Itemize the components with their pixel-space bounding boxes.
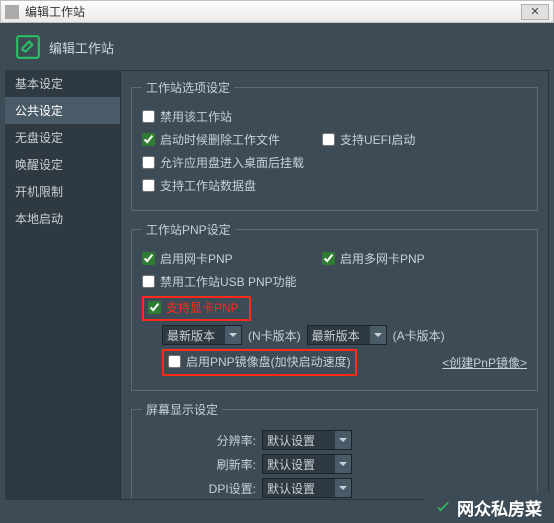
refresh-select[interactable]: 默认设置: [262, 454, 352, 474]
sidebar-item-wake[interactable]: 唤醒设定: [5, 151, 120, 178]
disable-usb-pnp-checkbox[interactable]: 禁用工作站USB PNP功能: [142, 273, 297, 290]
content-pane: 工作站选项设定 禁用该工作站 启动时候删除工作文件 支持UEFI启动 允许应用盘…: [120, 70, 549, 500]
sidebar-item-public[interactable]: 公共设定: [5, 97, 120, 124]
display-legend: 屏幕显示设定: [142, 401, 222, 418]
a-card-suffix: (A卡版本): [393, 327, 445, 344]
sidebar-item-diskless[interactable]: 无盘设定: [5, 124, 120, 151]
panel-title: 编辑工作站: [49, 38, 114, 57]
chevron-down-icon: [370, 326, 386, 344]
resolution-label: 分辨率:: [142, 432, 262, 449]
options-legend: 工作站选项设定: [142, 79, 234, 96]
pnp-mirror-checkbox[interactable]: 启用PNP镜像盘(加快启动速度): [168, 353, 351, 370]
dpi-label: DPI设置:: [142, 480, 262, 497]
dpi-select[interactable]: 默认设置: [262, 478, 352, 498]
n-card-version-select[interactable]: 最新版本: [162, 325, 242, 345]
panel-header: 编辑工作站: [5, 28, 549, 70]
pnp-legend: 工作站PNP设定: [142, 221, 235, 238]
gpu-pnp-highlight: 支持显卡PNP: [142, 296, 251, 321]
create-pnp-mirror-link[interactable]: <创建PnP镜像>: [442, 354, 527, 371]
data-disk-checkbox[interactable]: 支持工作站数据盘: [142, 177, 292, 194]
disable-ws-checkbox[interactable]: 禁用该工作站: [142, 108, 292, 125]
a-card-version-select[interactable]: 最新版本: [307, 325, 387, 345]
delete-on-boot-checkbox[interactable]: 启动时候删除工作文件: [142, 131, 292, 148]
chevron-down-icon: [225, 326, 241, 344]
panel-body: 基本设定 公共设定 无盘设定 唤醒设定 开机限制 本地启动 工作站选项设定 禁用…: [5, 70, 549, 500]
options-group: 工作站选项设定 禁用该工作站 启动时候删除工作文件 支持UEFI启动 允许应用盘…: [131, 79, 538, 211]
chevron-down-icon: [335, 431, 351, 449]
sidebar-item-localboot[interactable]: 本地启动: [5, 205, 120, 232]
display-group: 屏幕显示设定 分辨率:默认设置 刷新率:默认设置 DPI设置:默认设置 GPU缩…: [131, 401, 538, 500]
sidebar-item-basic[interactable]: 基本设定: [5, 70, 120, 97]
nic-pnp-checkbox[interactable]: 启用网卡PNP: [142, 250, 292, 267]
close-button[interactable]: ✕: [521, 4, 549, 20]
watermark: 网众私房菜: [425, 492, 550, 523]
pnp-group: 工作站PNP设定 启用网卡PNP 启用多网卡PNP 禁用工作站USB PNP功能…: [131, 221, 538, 391]
sidebar: 基本设定 公共设定 无盘设定 唤醒设定 开机限制 本地启动: [5, 70, 120, 500]
watermark-text: 网众私房菜: [457, 495, 542, 520]
app-icon: [5, 5, 19, 19]
multi-nic-pnp-checkbox[interactable]: 启用多网卡PNP: [322, 250, 472, 267]
uefi-checkbox[interactable]: 支持UEFI启动: [322, 131, 472, 148]
gpu-pnp-checkbox[interactable]: 支持显卡PNP: [148, 299, 239, 316]
pnp-mirror-highlight: 启用PNP镜像盘(加快启动速度): [162, 349, 357, 376]
n-card-suffix: (N卡版本): [248, 327, 301, 344]
window-titlebar: 编辑工作站 ✕: [0, 0, 554, 23]
chevron-down-icon: [335, 479, 351, 497]
edit-icon: [15, 34, 41, 60]
check-icon: [433, 498, 453, 518]
allow-app-checkbox[interactable]: 允许应用盘进入桌面后挂载: [142, 154, 304, 171]
resolution-select[interactable]: 默认设置: [262, 430, 352, 450]
panel-root: 编辑工作站 基本设定 公共设定 无盘设定 唤醒设定 开机限制 本地启动 工作站选…: [0, 23, 554, 523]
chevron-down-icon: [335, 455, 351, 473]
sidebar-item-bootlimit[interactable]: 开机限制: [5, 178, 120, 205]
window-title: 编辑工作站: [25, 3, 85, 20]
refresh-label: 刷新率:: [142, 456, 262, 473]
